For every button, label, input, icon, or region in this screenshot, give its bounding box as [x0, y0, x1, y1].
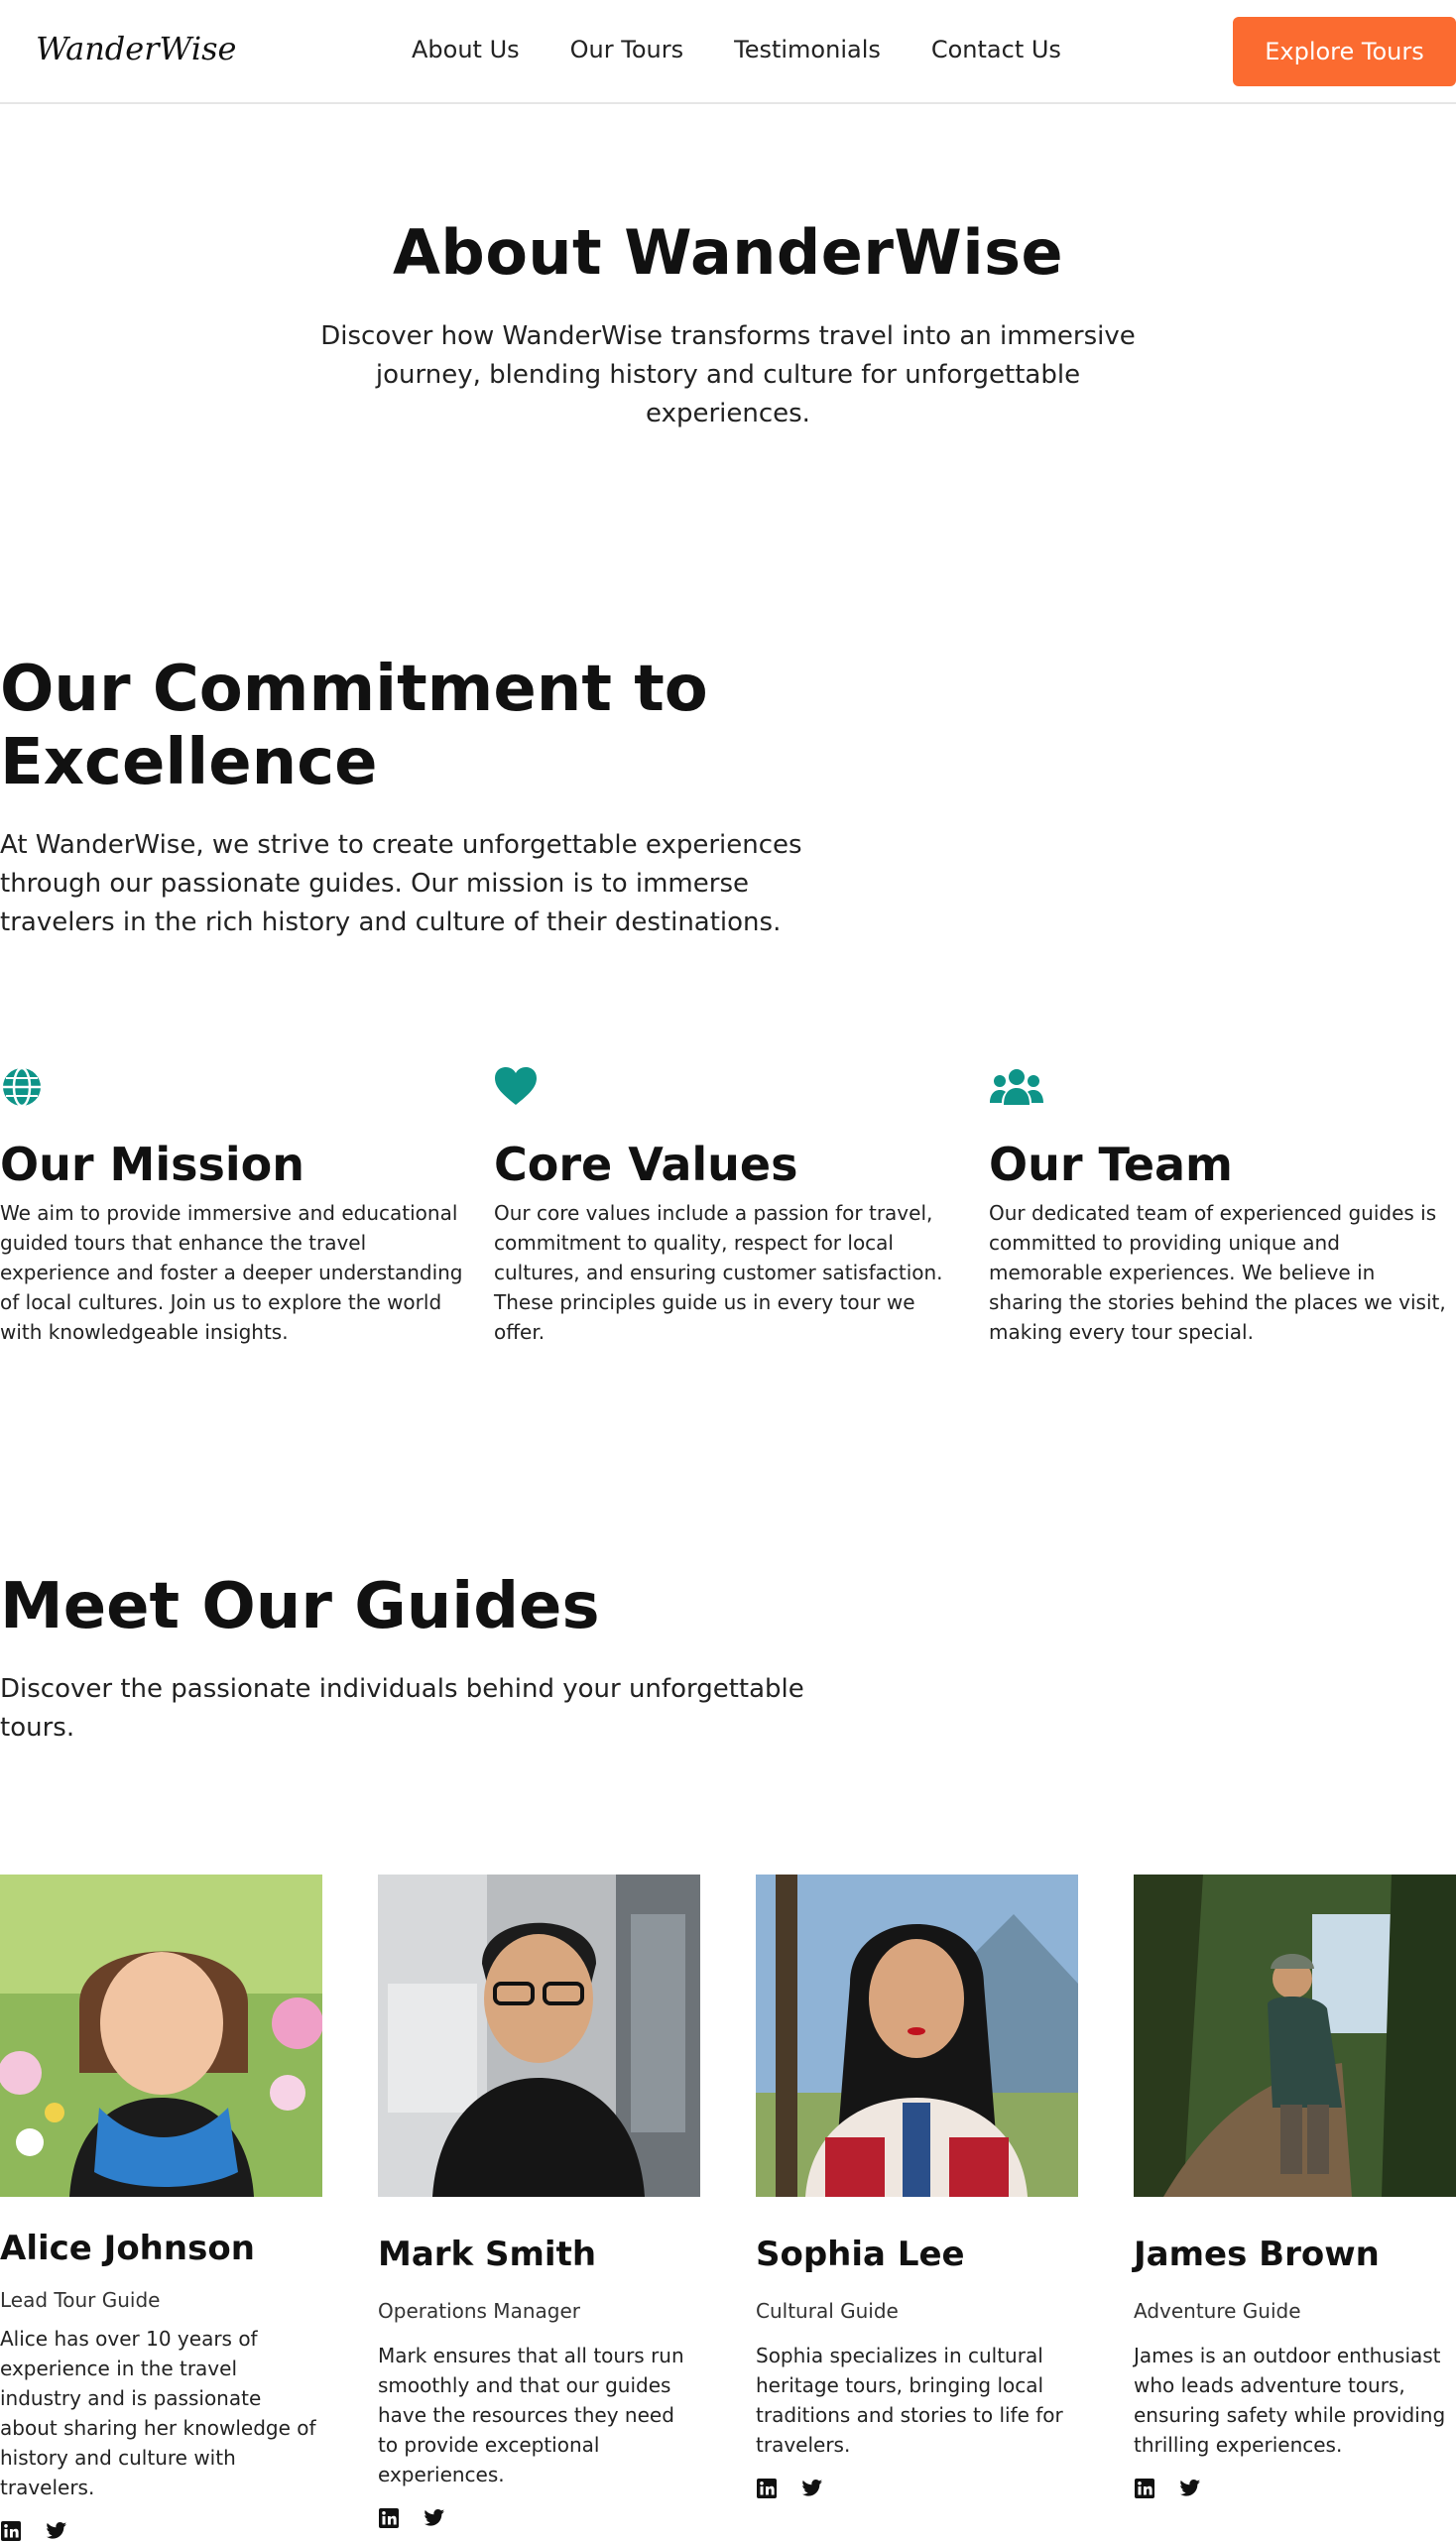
nav-link-contact-us[interactable]: Contact Us — [931, 36, 1061, 63]
guide-role: Operations Manager — [378, 2299, 580, 2323]
top-navbar: WanderWise About Us Our Tours Testimonia… — [0, 0, 1456, 104]
social-links — [378, 2507, 700, 2529]
guide-role: Cultural Guide — [756, 2299, 899, 2323]
guide-bio: Alice has over 10 years of experience in… — [0, 2327, 316, 2499]
guide-photo — [378, 1875, 700, 2197]
users-icon — [990, 1069, 1043, 1105]
guide-bio: Mark ensures that all tours run smoothly… — [378, 2344, 684, 2486]
heart-icon — [495, 1067, 537, 1105]
nav-link-our-tours[interactable]: Our Tours — [570, 36, 683, 63]
hero-subtitle: Discover how WanderWise transforms trave… — [320, 321, 1136, 428]
guide-photo — [1134, 1875, 1456, 2197]
guide-bio: James is an outdoor enthusiast who leads… — [1134, 2344, 1446, 2457]
linkedin-icon[interactable] — [1134, 2478, 1155, 2499]
linkedin-icon[interactable] — [756, 2478, 778, 2499]
page-title: About WanderWise — [392, 216, 1064, 289]
feature-text: We aim to provide immersive and educatio… — [0, 1201, 463, 1344]
guide-card-alice-johnson: Alice Johnson Lead Tour Guide Alice has … — [0, 1875, 322, 2542]
feature-card-mission: Our Mission We aim to provide immersive … — [0, 1065, 466, 1347]
feature-card-core-values: Core Values Our core values include a pa… — [494, 1065, 960, 1347]
linkedin-icon[interactable] — [378, 2507, 400, 2529]
social-links — [756, 2478, 1078, 2499]
guide-role: Adventure Guide — [1134, 2299, 1301, 2323]
nav-link-about-us[interactable]: About Us — [412, 36, 520, 63]
feature-title: Core Values — [494, 1138, 798, 1191]
twitter-icon[interactable] — [424, 2507, 445, 2529]
feature-card-team: Our Team Our dedicated team of experienc… — [989, 1065, 1455, 1347]
guide-name: Mark Smith — [378, 2235, 597, 2274]
social-links — [1134, 2478, 1456, 2499]
guide-photo — [0, 1875, 322, 2197]
guides-heading: Meet Our Guides — [0, 1570, 600, 1643]
guide-photo — [756, 1875, 1078, 2197]
main-nav: About Us Our Tours Testimonials Contact … — [412, 36, 1061, 63]
twitter-icon[interactable] — [1179, 2478, 1201, 2499]
guide-name: Sophia Lee — [756, 2235, 965, 2274]
site-logo[interactable]: WanderWise — [36, 30, 236, 67]
commitment-text: At WanderWise, we strive to create unfor… — [0, 830, 802, 937]
globe-icon — [3, 1066, 41, 1108]
guide-name: Alice Johnson — [0, 2229, 255, 2268]
guides-subtitle: Discover the passionate individuals behi… — [0, 1674, 804, 1743]
guide-card-sophia-lee: Sophia Lee Cultural Guide Sophia special… — [756, 1875, 1078, 2499]
explore-tours-button[interactable]: Explore Tours — [1233, 17, 1456, 86]
guide-bio: Sophia specializes in cultural heritage … — [756, 2344, 1063, 2457]
guide-role: Lead Tour Guide — [0, 2288, 161, 2312]
twitter-icon[interactable] — [801, 2478, 823, 2499]
feature-text: Our core values include a passion for tr… — [494, 1201, 943, 1344]
feature-text: Our dedicated team of experienced guides… — [989, 1201, 1446, 1344]
feature-title: Our Mission — [0, 1138, 304, 1191]
feature-title: Our Team — [989, 1138, 1233, 1191]
guide-card-james-brown: James Brown Adventure Guide James is an … — [1134, 1875, 1456, 2499]
guide-name: James Brown — [1134, 2235, 1380, 2274]
guide-card-mark-smith: Mark Smith Operations Manager Mark ensur… — [378, 1875, 700, 2529]
commitment-heading: Our Commitment to Excellence — [0, 653, 708, 799]
nav-link-testimonials[interactable]: Testimonials — [734, 36, 881, 63]
